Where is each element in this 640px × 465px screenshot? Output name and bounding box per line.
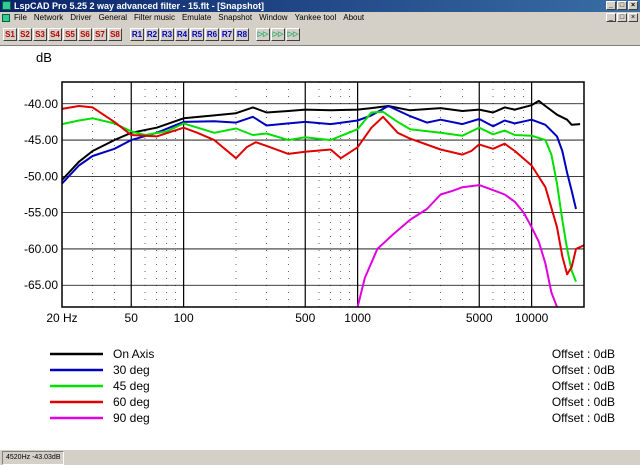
x-tick-label: 1000 xyxy=(344,311,371,325)
snapshot-tool-3-icon[interactable]: ▷▷ xyxy=(286,28,300,41)
menu-driver[interactable]: Driver xyxy=(70,12,91,24)
recall-r1-button[interactable]: R1 xyxy=(130,28,144,41)
app-icon[interactable] xyxy=(2,1,11,10)
y-tick-label: -45.00 xyxy=(24,133,58,147)
series-line-30-deg xyxy=(61,105,577,210)
legend-label: 90 deg xyxy=(113,411,150,425)
document-icon[interactable] xyxy=(2,14,10,22)
menu-general[interactable]: General xyxy=(99,12,127,24)
recall-r7-button[interactable]: R7 xyxy=(220,28,234,41)
snapshot-s6-button[interactable]: S6 xyxy=(78,28,92,41)
cursor-readout: 4520Hz -43.03dB xyxy=(2,451,65,465)
minimize-button[interactable]: _ xyxy=(606,1,616,10)
snapshot-s2-button[interactable]: S2 xyxy=(18,28,32,41)
recall-r4-button[interactable]: R4 xyxy=(175,28,189,41)
legend-offset: Offset : 0dB xyxy=(552,395,615,409)
window-controls: _ □ × xyxy=(606,1,638,10)
menu-bar: File Network Driver General Filter music… xyxy=(0,12,640,24)
recall-r2-button[interactable]: R2 xyxy=(145,28,159,41)
snapshot-s1-button[interactable]: S1 xyxy=(3,28,17,41)
snapshot-s3-button[interactable]: S3 xyxy=(33,28,47,41)
menu-filter-music[interactable]: Filter music xyxy=(134,12,175,24)
y-axis-label: dB xyxy=(36,50,52,65)
recall-r8-button[interactable]: R8 xyxy=(235,28,249,41)
legend-label: 30 deg xyxy=(113,363,150,377)
snapshot-s4-button[interactable]: S4 xyxy=(48,28,62,41)
x-tick-label: 10000 xyxy=(515,311,549,325)
window-title: LspCAD Pro 5.25 2 way advanced filter - … xyxy=(14,1,265,11)
menu-network[interactable]: Network xyxy=(34,12,63,24)
chart-area: dB -40.00 -45.00 -50.00 -55.00 -60.00 -65.00 … xyxy=(0,46,640,449)
recall-r3-button[interactable]: R3 xyxy=(160,28,174,41)
status-bar: 4520Hz -43.03dB xyxy=(0,449,640,465)
document-controls: _ □ × xyxy=(606,13,638,22)
series-line-90-deg xyxy=(356,184,558,308)
close-button[interactable]: × xyxy=(628,1,638,10)
legend-label: On Axis xyxy=(113,347,154,361)
chart-legend: On Axis Offset : 0dB 30 deg Offset : 0dB 45 … xyxy=(50,347,615,425)
snapshot-s8-button[interactable]: S8 xyxy=(108,28,122,41)
y-tick-label: -55.00 xyxy=(24,206,58,220)
frequency-response-chart[interactable]: dB -40.00-45.00-50.00-55.00-60.00-65.00 … xyxy=(0,46,640,449)
menu-snapshot[interactable]: Snapshot xyxy=(218,12,252,24)
menu-yankee-tool[interactable]: Yankee tool xyxy=(295,12,337,24)
snapshot-tool-2-icon[interactable]: ▷▷ xyxy=(271,28,285,41)
menu-file[interactable]: File xyxy=(14,12,27,24)
y-tick-label: -50.00 xyxy=(24,169,58,183)
legend-offset: Offset : 0dB xyxy=(552,347,615,361)
doc-minimize-button[interactable]: _ xyxy=(606,13,616,22)
x-tick-label: 100 xyxy=(174,311,194,325)
maximize-button[interactable]: □ xyxy=(617,1,627,10)
y-tick-labels: -40.00 -45.00 -50.00 -55.00 -60.00 -65.00 xyxy=(24,97,58,292)
recall-r6-button[interactable]: R6 xyxy=(205,28,219,41)
toolbar: S1 S2 S3 S4 S5 S6 S7 S8 R1 R2 R3 R4 R5 R… xyxy=(0,24,640,46)
chart-series xyxy=(61,99,585,308)
snapshot-s5-button[interactable]: S5 xyxy=(63,28,77,41)
x-tick-label: 500 xyxy=(295,311,315,325)
x-tick-labels: 20 Hz 50 100 500 1000 5000 10000 xyxy=(46,311,548,325)
x-tick-label: 5000 xyxy=(466,311,493,325)
legend-offset: Offset : 0dB xyxy=(552,363,615,377)
y-tick-label: -40.00 xyxy=(24,97,58,111)
menu-emulate[interactable]: Emulate xyxy=(182,12,211,24)
snapshot-s7-button[interactable]: S7 xyxy=(93,28,107,41)
y-tick-label: -65.00 xyxy=(24,278,58,292)
title-bar: LspCAD Pro 5.25 2 way advanced filter - … xyxy=(0,0,640,12)
legend-label: 60 deg xyxy=(113,395,150,409)
legend-label: 45 deg xyxy=(113,379,150,393)
snapshot-tool-1-icon[interactable]: ▷▷ xyxy=(256,28,270,41)
doc-restore-button[interactable]: □ xyxy=(617,13,627,22)
y-tick-label: -60.00 xyxy=(24,242,58,256)
legend-offset: Offset : 0dB xyxy=(552,379,615,393)
menu-window[interactable]: Window xyxy=(259,12,287,24)
menu-about[interactable]: About xyxy=(343,12,364,24)
x-tick-label: 20 Hz xyxy=(46,311,77,325)
legend-offset: Offset : 0dB xyxy=(552,411,615,425)
recall-r5-button[interactable]: R5 xyxy=(190,28,204,41)
x-tick-label: 50 xyxy=(125,311,139,325)
doc-close-button[interactable]: × xyxy=(628,13,638,22)
